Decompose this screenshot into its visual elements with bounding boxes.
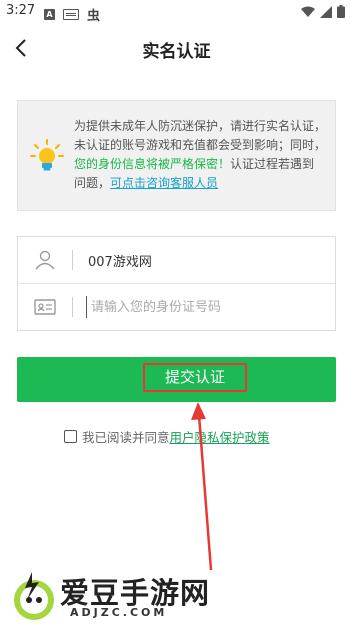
id-row-divider: [72, 297, 73, 317]
agreement-prefix: 我已阅读并同意: [82, 430, 170, 445]
app-a-icon: A: [44, 9, 55, 20]
site-watermark: 爱豆手游网 ADJZC.COM: [8, 568, 268, 624]
submit-button-label: 提交认证: [143, 363, 247, 392]
status-bar: 3:27 A 虫: [0, 0, 353, 24]
privacy-policy-link[interactable]: 用户隐私保护政策: [170, 427, 270, 446]
name-row: 007游戏网: [18, 237, 335, 284]
customer-service-link[interactable]: 可点击咨询客服人员: [110, 176, 218, 190]
keyboard-icon: [63, 9, 79, 20]
id-row: [18, 284, 335, 330]
battery-icon: [337, 5, 345, 18]
name-row-divider: [72, 250, 73, 270]
id-number-input[interactable]: [86, 296, 326, 318]
signal-icon: [320, 5, 332, 18]
anti-addiction-notice: 为提供未成年人防沉迷保护，请进行实名认证，未认证的账号游戏和充值都会受到影响；同…: [17, 100, 336, 211]
lightbulb-icon: [30, 139, 64, 171]
id-card-icon: [34, 299, 56, 315]
header: 实名认证: [0, 24, 353, 72]
watermark-logo-icon: [14, 572, 54, 620]
agreement-checkbox[interactable]: [64, 430, 77, 443]
notice-text: 为提供未成年人防沉迷保护，请进行实名认证，未认证的账号游戏和充值都会受到影响；同…: [74, 117, 326, 193]
notice-privacy-highlight: 您的身份信息将被严格保密！: [74, 157, 231, 171]
name-field[interactable]: 007游戏网: [88, 251, 152, 270]
app-bug-icon: 虫: [87, 9, 101, 24]
status-system-icons: [301, 5, 345, 18]
wifi-icon: [301, 6, 315, 17]
notice-text-part1: 为提供未成年人防沉迷保护，请进行实名认证，未认证的账号游戏和充值都会受到影响；同…: [74, 119, 327, 152]
status-notification-icons: A 虫: [44, 5, 100, 24]
watermark-domain: ADJZC.COM: [70, 606, 168, 619]
status-time: 3:27: [6, 3, 36, 18]
agreement-row: 我已阅读并同意 用户隐私保护政策: [64, 427, 270, 446]
user-icon: [35, 250, 55, 270]
page-title: 实名认证: [142, 42, 211, 62]
verification-form: 007游戏网: [17, 236, 336, 331]
submit-verification-button[interactable]: 提交认证: [17, 357, 336, 402]
